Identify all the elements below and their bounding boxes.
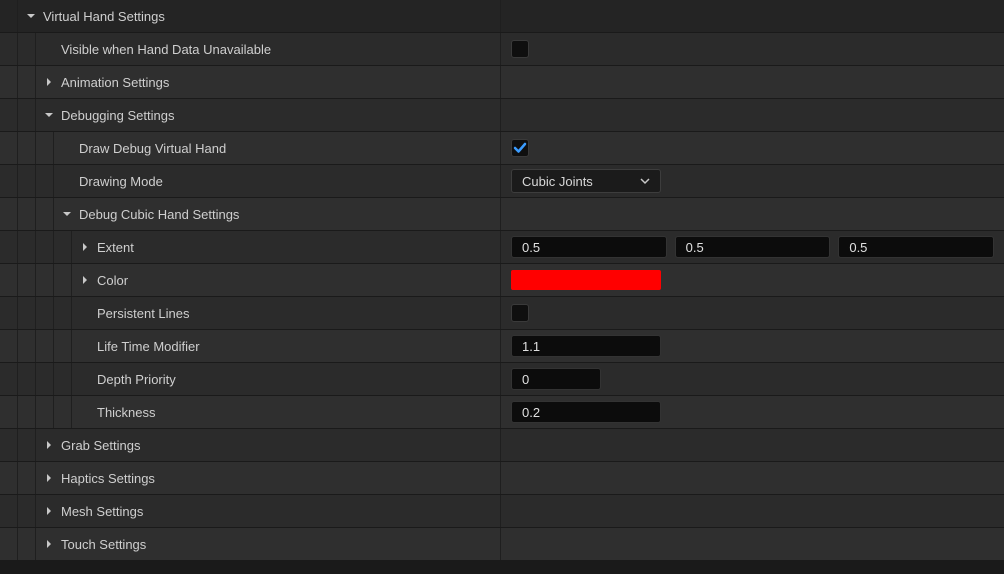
chevron-down-icon[interactable] bbox=[62, 209, 72, 219]
chevron-down-icon[interactable] bbox=[44, 110, 54, 120]
property-label: Persistent Lines bbox=[97, 306, 190, 321]
chevron-right-icon[interactable] bbox=[44, 506, 54, 516]
dropdown-value: Cubic Joints bbox=[522, 174, 593, 189]
section-grab[interactable]: Grab Settings bbox=[0, 429, 1004, 462]
color-swatch[interactable] bbox=[511, 270, 661, 290]
section-mesh[interactable]: Mesh Settings bbox=[0, 495, 1004, 528]
chevron-down-icon[interactable] bbox=[26, 11, 36, 21]
checkbox-visible-unavailable[interactable] bbox=[511, 40, 529, 58]
section-label: Animation Settings bbox=[61, 75, 169, 90]
vector3-extent: 0.5 0.5 0.5 bbox=[511, 236, 994, 258]
property-label: Thickness bbox=[97, 405, 156, 420]
section-debugging[interactable]: Debugging Settings bbox=[0, 99, 1004, 132]
chevron-right-icon[interactable] bbox=[44, 473, 54, 483]
chevron-right-icon[interactable] bbox=[80, 242, 90, 252]
row-thickness: Thickness 0.2 bbox=[0, 396, 1004, 429]
property-label: Visible when Hand Data Unavailable bbox=[61, 42, 271, 57]
section-label: Mesh Settings bbox=[61, 504, 143, 519]
property-label: Life Time Modifier bbox=[97, 339, 200, 354]
row-drawing-mode: Drawing Mode Cubic Joints bbox=[0, 165, 1004, 198]
input-extent-x[interactable]: 0.5 bbox=[511, 236, 667, 258]
input-depth[interactable]: 0 bbox=[511, 368, 601, 390]
properties-panel: Virtual Hand Settings Visible when Hand … bbox=[0, 0, 1004, 561]
chevron-down-icon bbox=[640, 176, 650, 186]
section-haptics[interactable]: Haptics Settings bbox=[0, 462, 1004, 495]
section-label: Debugging Settings bbox=[61, 108, 174, 123]
row-visible-unavailable: Visible when Hand Data Unavailable bbox=[0, 33, 1004, 66]
row-extent: Extent 0.5 0.5 0.5 bbox=[0, 231, 1004, 264]
row-color: Color bbox=[0, 264, 1004, 297]
input-thickness[interactable]: 0.2 bbox=[511, 401, 661, 423]
row-persistent-lines: Persistent Lines bbox=[0, 297, 1004, 330]
section-label: Touch Settings bbox=[61, 537, 146, 552]
section-label: Haptics Settings bbox=[61, 471, 155, 486]
input-lifetime[interactable]: 1.1 bbox=[511, 335, 661, 357]
input-extent-y[interactable]: 0.5 bbox=[675, 236, 831, 258]
property-label: Extent bbox=[97, 240, 134, 255]
property-label: Depth Priority bbox=[97, 372, 176, 387]
input-extent-z[interactable]: 0.5 bbox=[838, 236, 994, 258]
row-draw-debug: Draw Debug Virtual Hand bbox=[0, 132, 1004, 165]
section-animation[interactable]: Animation Settings bbox=[0, 66, 1004, 99]
dropdown-drawing-mode[interactable]: Cubic Joints bbox=[511, 169, 661, 193]
section-touch[interactable]: Touch Settings bbox=[0, 528, 1004, 561]
row-depth: Depth Priority 0 bbox=[0, 363, 1004, 396]
section-virtual-hand[interactable]: Virtual Hand Settings bbox=[0, 0, 1004, 33]
section-label: Virtual Hand Settings bbox=[43, 9, 165, 24]
property-label: Drawing Mode bbox=[79, 174, 163, 189]
chevron-right-icon[interactable] bbox=[44, 440, 54, 450]
section-debug-cubic[interactable]: Debug Cubic Hand Settings bbox=[0, 198, 1004, 231]
property-label: Draw Debug Virtual Hand bbox=[79, 141, 226, 156]
checkbox-persistent-lines[interactable] bbox=[511, 304, 529, 322]
section-label: Grab Settings bbox=[61, 438, 141, 453]
row-lifetime: Life Time Modifier 1.1 bbox=[0, 330, 1004, 363]
property-label: Color bbox=[97, 273, 128, 288]
section-label: Debug Cubic Hand Settings bbox=[79, 207, 239, 222]
chevron-right-icon[interactable] bbox=[44, 539, 54, 549]
chevron-right-icon[interactable] bbox=[44, 77, 54, 87]
chevron-right-icon[interactable] bbox=[80, 275, 90, 285]
checkbox-draw-debug[interactable] bbox=[511, 139, 529, 157]
